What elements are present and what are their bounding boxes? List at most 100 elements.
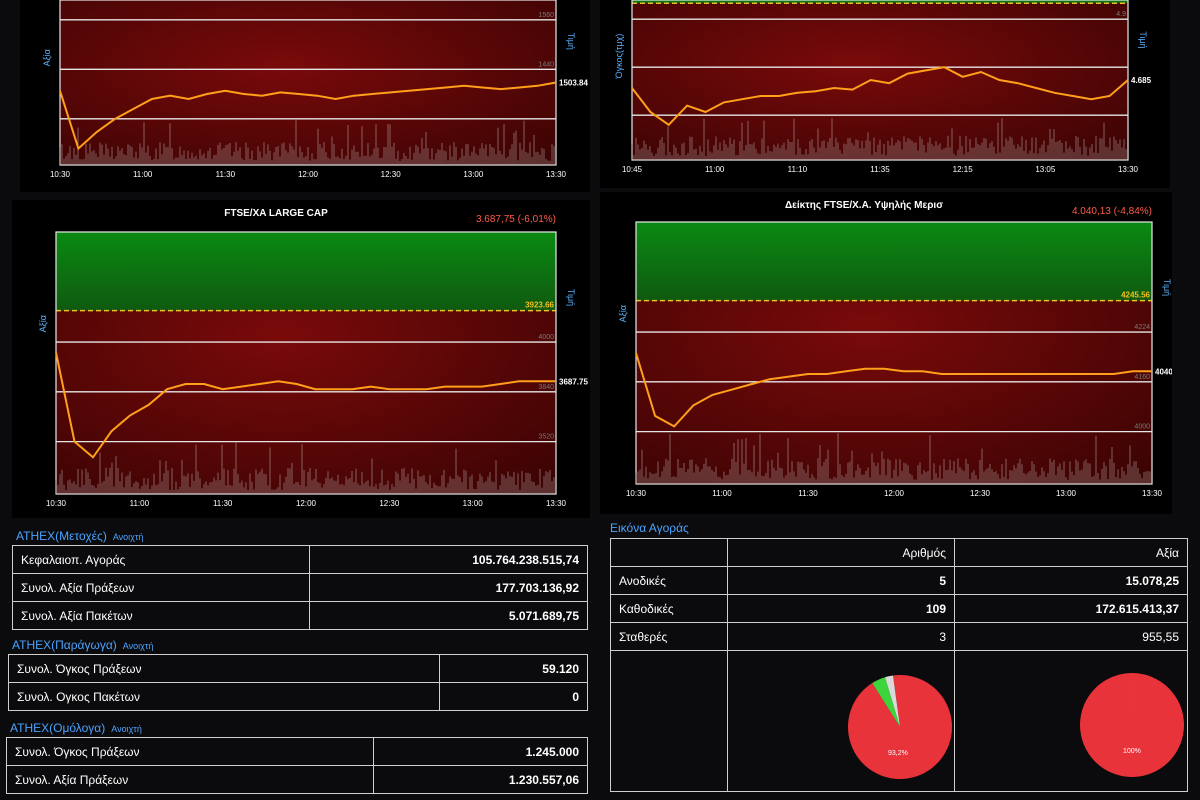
row-label: Συνολ. Αξία Πράξεων — [6, 765, 374, 794]
market-header-empty — [610, 538, 728, 567]
table-row: Κεφαλαιοπ. Αγοράς 105.764.238.515,74 — [12, 545, 588, 574]
y-axis-right-label: Τιμή — [1138, 31, 1148, 48]
row-label: Συνολ. Αξία Πακέτων — [12, 601, 310, 630]
last-price-label: 1503.84 — [559, 79, 588, 88]
y-tick-label: 1440 — [538, 61, 554, 68]
x-tick-label: 11:30 — [213, 499, 233, 508]
chart-change: 3.687,75 (-6,01%) — [476, 214, 556, 225]
y-tick-label: 4000 — [1134, 424, 1150, 431]
market-col-value: Αξία — [954, 538, 1188, 567]
last-price-label: 3687.75 — [559, 377, 588, 386]
x-tick-label: 11:30 — [798, 489, 818, 498]
x-tick-label: 10:30 — [50, 170, 71, 179]
x-tick-label: 12:30 — [970, 489, 991, 498]
table-row: Συνολ. Αξία Πακέτων 5.071.689,75 — [12, 601, 588, 630]
table-row: Συνολ. Όγκος Πράξεων 59.120 — [8, 654, 588, 683]
row-label: Κεφαλαιοπ. Αγοράς — [12, 545, 310, 574]
chart-positive-zone — [636, 222, 1152, 301]
athex-stocks-table: Κεφαλαιοπ. Αγοράς 105.764.238.515,74 Συνο… — [12, 545, 588, 630]
athex-bonds-name: ATHEX(Ομόλογα) — [10, 721, 106, 735]
x-tick-label: 10:45 — [622, 165, 643, 174]
x-tick-label: 13:30 — [546, 499, 567, 508]
chart-2: 4.94.94.685Όγκος(τμχ)Τιμή10:4511:0011:10… — [614, 0, 1152, 174]
pie-count-label: 93,2% — [888, 750, 908, 757]
x-tick-label: 11:00 — [705, 165, 725, 174]
table-row: Συνολ. Αξία Πράξεων 1.230.557,06 — [6, 765, 588, 794]
prev-close-label: 4245.56 — [1121, 291, 1150, 300]
athex-derivatives-title: ATHEX(Παράγωγα) Ανοιχτή — [12, 638, 153, 652]
row-value: 0 — [439, 682, 588, 711]
table-row: Καθοδικές 109 172.615.413,37 — [610, 594, 1188, 623]
y-axis-right-label: Τιμή — [566, 289, 576, 306]
row-value: 1.245.000 — [373, 737, 588, 766]
athex-derivatives-table: Συνολ. Όγκος Πράξεων 59.120 Συνολ. Ογκος … — [8, 654, 588, 711]
x-tick-label: 11:00 — [130, 499, 150, 508]
athex-bonds-status: Ανοιχτή — [111, 724, 142, 734]
chart-panel-2: 4.94.94.685Όγκος(τμχ)Τιμή10:4511:0011:10… — [600, 0, 1170, 188]
x-tick-label: 13:00 — [463, 170, 484, 179]
athex-bonds-title: ATHEX(Ομόλογα) Ανοιχτή — [10, 721, 142, 735]
athex-bonds-table: Συνολ. Όγκος Πράξεων 1.245.000 Συνολ. Αξί… — [6, 737, 588, 794]
y-tick-label: 4160 — [1134, 374, 1150, 381]
table-row: Συνολ. Ογκος Πακέτων 0 — [8, 682, 588, 711]
row-label: Καθοδικές — [610, 594, 728, 623]
x-tick-label: 12:00 — [884, 489, 905, 498]
y-tick-label: 4.9 — [1116, 11, 1126, 18]
x-tick-label: 10:30 — [626, 489, 647, 498]
row-value: 105.764.238.515,74 — [309, 545, 588, 574]
x-tick-label: 13:00 — [463, 499, 484, 508]
table-row: Σταθερές 3 955,55 — [610, 622, 1188, 651]
x-tick-label: 12:00 — [296, 499, 317, 508]
chart-title: Δείκτης FTSE/Χ.Α. Υψηλής Μερισ — [785, 200, 943, 211]
y-axis-left-label: Αξία — [42, 49, 52, 66]
athex-derivatives-status: Ανοιχτή — [122, 641, 154, 651]
chart-panel-1: 1560 1440 1503.84 Αξία Τιμή 10:30 11:00 11:30 12… — [20, 0, 590, 192]
table-row: Ανοδικές 5 15.078,25 — [610, 566, 1188, 595]
x-tick-label: 13:30 — [546, 170, 567, 179]
chart-change: 4.040,13 (-4,84%) — [1072, 206, 1152, 217]
row-label: Ανοδικές — [610, 566, 728, 595]
row-label: Συνολ. Αξία Πράξεων — [12, 573, 310, 602]
x-tick-label: 11:00 — [712, 489, 732, 498]
chart-title: FTSE/XA LARGE CAP — [224, 208, 328, 219]
market-header-row: Αριθμός Αξία — [610, 538, 1188, 567]
athex-stocks-name: ATHEX(Μετοχές) — [16, 529, 107, 543]
x-tick-label: 12:30 — [379, 499, 400, 508]
y-tick-label: 1560 — [538, 12, 554, 19]
athex-stocks-title: ATHEX(Μετοχές) Ανοιχτή — [16, 529, 143, 543]
last-price-label: 4.685 — [1131, 76, 1152, 85]
x-tick-label: 11:10 — [788, 165, 808, 174]
table-row: Συνολ. Όγκος Πράξεων 1.245.000 — [6, 737, 588, 766]
pie-value-label: 100% — [1123, 748, 1141, 755]
table-row: Συνολ. Αξία Πράξεων 177.703.136,92 — [12, 573, 588, 602]
y-axis-left-label: Αξία — [38, 315, 48, 332]
row-value: 5.071.689,75 — [309, 601, 588, 630]
row-value: 177.703.136,92 — [309, 573, 588, 602]
market-title: Εικόνα Αγοράς — [610, 521, 689, 535]
x-tick-label: 11:30 — [216, 170, 236, 179]
row-count: 109 — [727, 594, 955, 623]
row-value: 1.230.557,06 — [373, 765, 588, 794]
last-price-label: 4040.13 — [1155, 367, 1172, 376]
y-axis-left-label: Αξία — [618, 305, 628, 322]
x-tick-label: 13:30 — [1118, 165, 1139, 174]
chart-panel-4: 4245.56 4224 4160 4000 4040.13 Αξία Τιμή 10:30 1… — [600, 192, 1172, 514]
y-tick-label: 3520 — [538, 434, 554, 441]
x-tick-label: 13:00 — [1056, 489, 1077, 498]
row-value: 15.078,25 — [954, 566, 1188, 595]
y-axis-right-label: Τιμή — [1162, 279, 1172, 296]
x-tick-label: 12:30 — [381, 170, 402, 179]
chart-panel-3: 3923.66 4000 3840 3520 3687.75 Αξία Τιμή 10:30 1… — [12, 200, 590, 518]
y-tick-label: 4000 — [538, 334, 554, 341]
y-axis-right-label: Τιμή — [566, 33, 576, 50]
x-tick-label: 12:00 — [298, 170, 319, 179]
row-value: 955,55 — [954, 622, 1188, 651]
row-label: Συνολ. Όγκος Πράξεων — [6, 737, 374, 766]
chart-3: 3923.66 4000 3840 3520 3687.75 Αξία Τιμή 10:30 1… — [38, 208, 588, 508]
athex-stocks-status: Ανοιχτή — [112, 532, 144, 542]
x-tick-label: 12:15 — [953, 165, 974, 174]
chart-plot-area — [60, 0, 556, 165]
x-tick-label: 13:30 — [1142, 489, 1163, 498]
athex-derivatives-name: ATHEX(Παράγωγα) — [12, 638, 117, 652]
y-tick-label: 4224 — [1134, 324, 1150, 331]
